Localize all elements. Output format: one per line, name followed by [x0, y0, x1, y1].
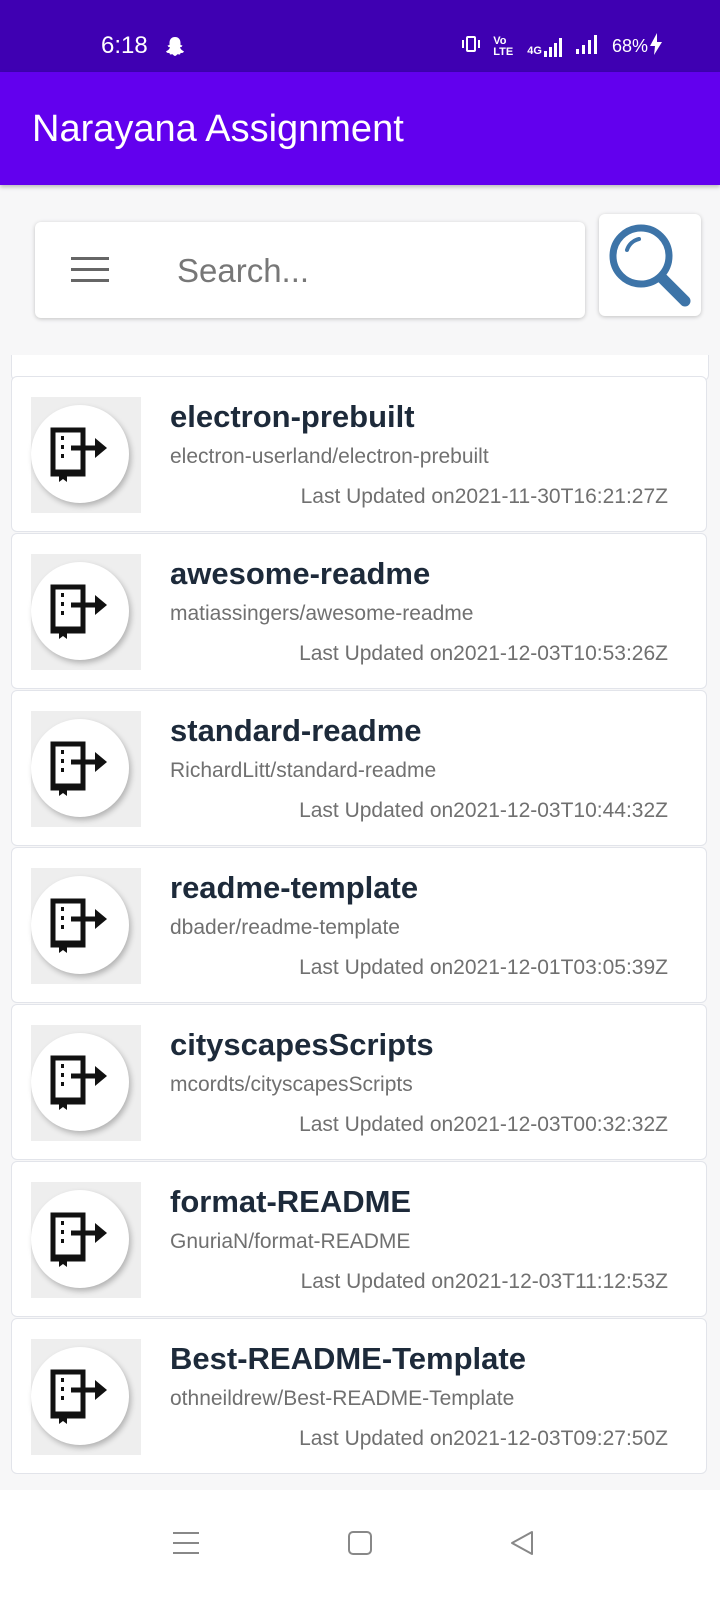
- search-bar: [35, 222, 585, 318]
- repo-card[interactable]: standard-readme RichardLitt/standard-read…: [11, 690, 707, 846]
- status-time: 6:18: [101, 32, 148, 59]
- repo-last-updated: Last Updated on2021-12-03T09:27:50Z: [299, 1427, 668, 1450]
- repo-name: awesome-readme: [170, 556, 431, 591]
- signal-icon: [575, 34, 600, 59]
- repo-name: standard-readme: [170, 713, 422, 748]
- repo-card[interactable]: awesome-readme matiassingers/awesome-read…: [11, 533, 707, 689]
- repo-full-name: electron-userland/electron-prebuilt: [170, 445, 489, 468]
- menu-icon[interactable]: [71, 257, 111, 288]
- status-bar: 6:18 Vo LTE 4G 68%: [0, 0, 720, 72]
- avatar: [31, 405, 129, 503]
- repo-name: Best-README-Template: [170, 1341, 526, 1376]
- repo-avatar-background: [31, 711, 141, 827]
- search-icon: [609, 224, 691, 307]
- signal-4g-icon: 4G: [527, 37, 564, 57]
- repo-full-name: RichardLitt/standard-readme: [170, 759, 437, 782]
- app-title: Narayana Assignment: [32, 108, 404, 150]
- repo-name: format-README: [170, 1184, 412, 1219]
- repo-avatar-background: [31, 1025, 141, 1141]
- back-icon[interactable]: [510, 1530, 534, 1561]
- app-bar: Narayana Assignment: [0, 72, 720, 185]
- repo-full-name: matiassingers/awesome-readme: [170, 602, 474, 625]
- navigation-bar: [0, 1490, 720, 1600]
- repo-last-updated: Last Updated on2021-12-03T10:53:26Z: [299, 642, 668, 665]
- repo-card[interactable]: cityscapesScripts mcordts/cityscapesScrip…: [11, 1004, 707, 1160]
- charging-icon: [650, 33, 662, 60]
- vibrate-icon: [461, 35, 481, 58]
- repo-full-name: mcordts/cityscapesScripts: [170, 1073, 413, 1096]
- repo-full-name: GnuriaN/format-README: [170, 1230, 411, 1253]
- repo-list[interactable]: electron-prebuilt electron-userland/elect…: [11, 355, 709, 1505]
- avatar: [31, 876, 129, 974]
- repo-card[interactable]: Best-README-Template othneildrew/Best-REA…: [11, 1318, 707, 1474]
- avatar: [31, 562, 129, 660]
- avatar: [31, 1347, 129, 1445]
- volte-icon: Vo LTE: [493, 34, 514, 58]
- snapchat-icon: [164, 35, 186, 62]
- repo-name: electron-prebuilt: [170, 399, 415, 434]
- repo-last-updated: Last Updated on2021-12-03T11:12:53Z: [300, 1270, 668, 1293]
- repo-last-updated: Last Updated on2021-12-03T10:44:32Z: [299, 799, 668, 822]
- repo-avatar-background: [31, 1182, 141, 1298]
- avatar: [31, 1190, 129, 1288]
- avatar: [31, 1033, 129, 1131]
- repo-last-updated: Last Updated on2021-12-01T03:05:39Z: [299, 956, 668, 979]
- repo-avatar-background: [31, 554, 141, 670]
- repo-avatar-background: [31, 1339, 141, 1455]
- search-button[interactable]: [599, 214, 701, 316]
- repo-name: cityscapesScripts: [170, 1027, 434, 1062]
- repo-name: readme-template: [170, 870, 419, 905]
- battery-level: 68%: [611, 36, 648, 56]
- repo-last-updated: Last Updated on2021-11-30T16:21:27Z: [300, 485, 668, 508]
- network-type: 4G: [527, 44, 542, 57]
- repo-card[interactable]: electron-prebuilt electron-userland/elect…: [11, 376, 707, 532]
- repo-card[interactable]: format-README GnuriaN/format-README Last U…: [11, 1161, 707, 1317]
- status-icons: Vo LTE 4G 68%: [461, 33, 662, 60]
- home-icon[interactable]: [348, 1530, 372, 1561]
- repo-card[interactable]: readme-template dbader/readme-template Las…: [11, 847, 707, 1003]
- search-input[interactable]: [175, 244, 559, 298]
- avatar: [31, 719, 129, 817]
- repo-avatar-background: [31, 397, 141, 513]
- repo-last-updated: Last Updated on2021-12-03T00:32:32Z: [299, 1113, 668, 1136]
- repo-avatar-background: [31, 868, 141, 984]
- recent-apps-icon[interactable]: [173, 1530, 199, 1561]
- repo-full-name: dbader/readme-template: [170, 916, 400, 939]
- repo-full-name: othneildrew/Best-README-Template: [170, 1387, 515, 1410]
